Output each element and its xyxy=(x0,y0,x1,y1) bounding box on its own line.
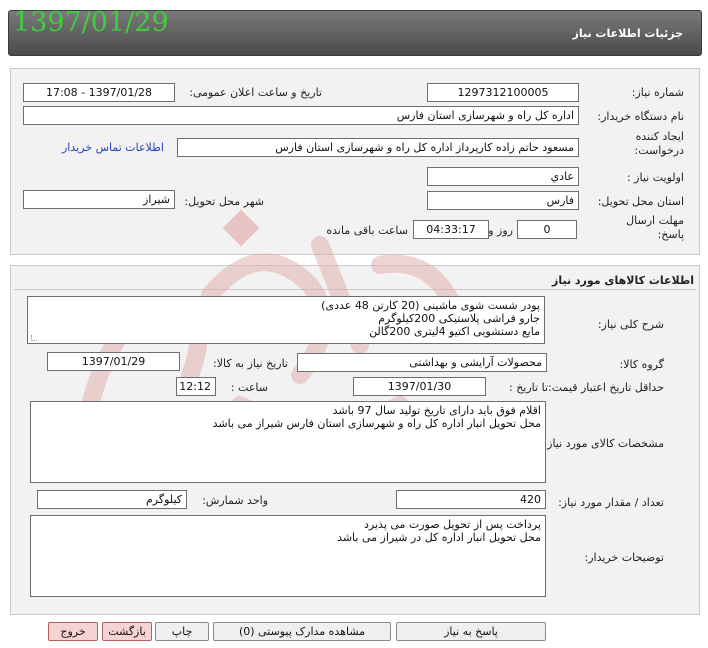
buyer-notes-label: توضیحات خریدار: xyxy=(584,551,665,564)
attachments-button[interactable]: مشاهده مدارک پیوستی (0) xyxy=(213,622,391,641)
respond-button[interactable]: پاسخ به نیاز xyxy=(396,622,546,641)
province-field: فارس xyxy=(427,191,579,210)
priority-label: اولویت نیاز : xyxy=(626,171,684,184)
city-field: شیراز xyxy=(23,190,175,209)
group-field: محصولات آرایشی و بهداشتی xyxy=(297,353,547,372)
goods-section-title: اطلاعات کالاهای مورد نیاز xyxy=(552,274,694,287)
header-date: 1397/01/29 xyxy=(13,7,169,38)
page-title: جزئیات اطلاعات نیاز xyxy=(572,27,684,40)
need-number-label: شماره نیاز: xyxy=(631,86,684,99)
days-label: روز و xyxy=(488,224,513,237)
need-number-field: 1297312100005 xyxy=(427,83,579,102)
exit-button[interactable]: خروج xyxy=(48,622,98,641)
hour-label: ساعت : xyxy=(230,381,268,394)
buyer-org-field: اداره کل راه و شهرسازی استان فارس xyxy=(23,106,579,125)
priority-field: عادي xyxy=(427,167,579,186)
buyer-org-label: نام دستگاه خریدار: xyxy=(597,110,684,123)
time-left-field: 04:33:17 xyxy=(413,220,489,239)
need-date-label: تاریخ نیاز به کالا: xyxy=(213,357,288,370)
specs-label: مشخصات کالای مورد نیاز: xyxy=(543,437,664,450)
summary-field: پودر شست شوی ماشینی (20 کارتن 48 عددی) ج… xyxy=(27,296,545,344)
announce-field: 1397/01/28 - 17:08 xyxy=(23,83,175,102)
creator-label: ایجاد کننده درخواست: xyxy=(634,130,684,157)
print-button[interactable]: چاپ xyxy=(155,622,209,641)
to-date-label: تا تاریخ : xyxy=(509,381,548,394)
group-label: گروه کالا: xyxy=(619,358,664,371)
summary-label: شرح کلی نیاز: xyxy=(597,318,664,331)
need-date-field: 1397/01/29 xyxy=(47,352,180,371)
announce-label: تاریخ و ساعت اعلان عمومی: xyxy=(189,86,322,99)
hour-field: 12:12 xyxy=(176,377,216,396)
unit-label: واحد شمارش: xyxy=(202,494,268,507)
section-divider xyxy=(14,289,696,290)
unit-field: کیلوگرم xyxy=(37,490,187,509)
resize-grip[interactable] xyxy=(31,335,37,341)
province-label: استان محل تحویل: xyxy=(597,195,684,208)
qty-field: 420 xyxy=(396,490,546,509)
contact-buyer-link[interactable]: اطلاعات تماس خریدار xyxy=(62,141,164,154)
page-header: جزئیات اطلاعات نیاز 1397/01/29 xyxy=(8,7,702,56)
specs-field: اقلام فوق باید دارای تاریخ تولید سال 97 … xyxy=(30,401,546,483)
qty-label: تعداد / مقدار مورد نیاز: xyxy=(558,496,664,509)
time-left-label: ساعت باقی مانده xyxy=(326,224,408,237)
back-button[interactable]: بازگشت xyxy=(102,622,152,641)
creator-field: مسعود حاتم زاده کارپرداز اداره کل راه و … xyxy=(177,138,579,157)
min-validity-label: حداقل تاریخ اعتبار قیمت: xyxy=(548,381,664,394)
buyer-notes-field: پرداخت پس از تحویل صورت می پذیرد محل تحو… xyxy=(30,515,546,597)
city-label: شهر محل تحویل: xyxy=(184,195,264,208)
deadline-label: مهلت ارسال پاسخ: xyxy=(626,214,684,241)
days-field: 0 xyxy=(517,220,577,239)
to-date-field: 1397/01/30 xyxy=(353,377,486,396)
